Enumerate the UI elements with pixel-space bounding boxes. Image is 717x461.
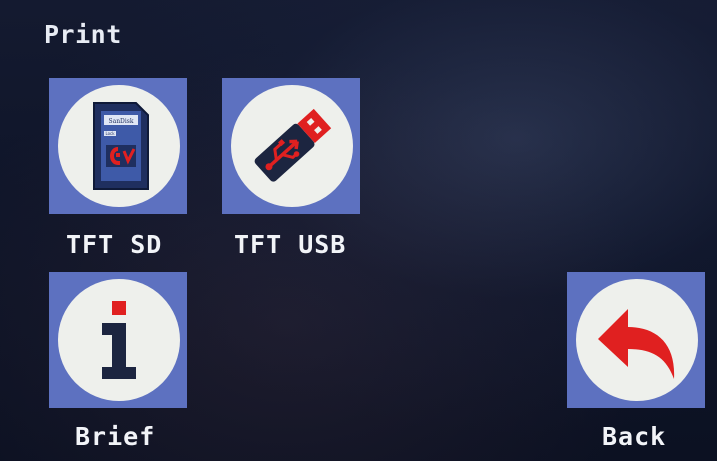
back-button[interactable] [567,272,705,408]
tft-usb-icon-circle [231,85,353,207]
tft-sd-label[interactable]: TFT SD [66,230,162,259]
printer-screen: Print SanDisk Lock TFT SD TFT USB Brief … [0,0,717,461]
usb-drive-icon [254,108,332,182]
back-icon-circle [576,279,698,401]
tft-sd-button[interactable]: SanDisk Lock [49,78,187,214]
page-title: Print [44,20,122,49]
info-icon [102,301,136,379]
back-arrow-icon [598,309,675,379]
tft-usb-button[interactable] [222,78,360,214]
tft-sd-icon-circle: SanDisk Lock [58,85,180,207]
svg-text:SanDisk: SanDisk [109,118,134,125]
brief-icon-circle [58,279,180,401]
tft-usb-label[interactable]: TFT USB [234,230,346,259]
back-label[interactable]: Back [602,422,666,451]
svg-text:Lock: Lock [105,131,115,136]
sd-card-icon: SanDisk Lock [93,102,149,190]
brief-label[interactable]: Brief [75,422,155,451]
brief-button[interactable] [49,272,187,408]
